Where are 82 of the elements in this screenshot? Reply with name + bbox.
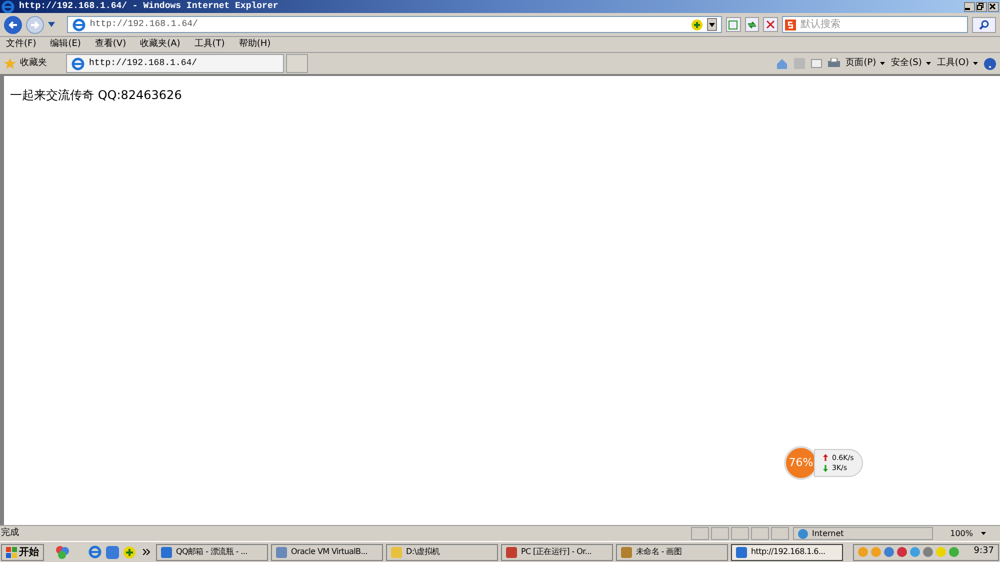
taskbar-button[interactable]: PC [正在运行] - Or... xyxy=(501,544,613,560)
window-app-icon xyxy=(161,546,172,558)
taskbar-button[interactable]: 未命名 - 画图 xyxy=(616,544,728,560)
window-app-icon xyxy=(276,546,287,558)
restore-icon xyxy=(977,3,984,10)
app-launch-icon[interactable] xyxy=(106,546,119,558)
taskbar-button[interactable]: Oracle VM VirtualB... xyxy=(271,544,383,560)
dropdown-caret-icon xyxy=(48,22,55,27)
windows-logo-icon xyxy=(6,546,17,558)
menu-item[interactable]: 收藏夹(A) xyxy=(140,38,180,52)
menu-item[interactable]: 文件(F) xyxy=(6,38,36,52)
browser-tab[interactable]: http://192.168.1.64/ xyxy=(66,54,284,73)
command-menu[interactable]: 安全(S) xyxy=(891,56,931,70)
zone-text: Internet xyxy=(812,528,844,540)
back-arrow-icon xyxy=(8,20,18,30)
window-app-icon xyxy=(506,546,517,558)
caret-icon xyxy=(973,62,978,65)
new-tab-button[interactable] xyxy=(286,54,308,73)
search-button[interactable] xyxy=(972,16,996,32)
caret-icon xyxy=(926,62,931,65)
download-arrow-icon xyxy=(823,464,828,472)
window-app-icon xyxy=(736,546,747,558)
window-app-icon xyxy=(621,546,632,558)
forward-arrow-icon xyxy=(30,20,40,30)
tray-icon[interactable] xyxy=(910,547,920,557)
minimize-button[interactable] xyxy=(964,2,975,12)
caret-icon xyxy=(708,22,715,26)
browser-logo-icon xyxy=(1,0,15,14)
search-field[interactable]: 默认搜索 xyxy=(782,16,968,33)
stop-icon xyxy=(766,20,776,29)
start-button[interactable]: 开始 xyxy=(1,544,44,560)
taskbar-button[interactable]: http://192.168.1.6... xyxy=(731,544,843,560)
page-icon xyxy=(72,18,86,32)
plus-badge-launch-icon[interactable] xyxy=(123,546,136,558)
tray-icon[interactable] xyxy=(884,547,894,557)
menu-item[interactable]: 编辑(E) xyxy=(50,38,81,52)
search-icon xyxy=(979,20,990,30)
help-icon[interactable] xyxy=(984,58,996,70)
search-provider-icon xyxy=(785,18,796,30)
favorites-button[interactable]: 收藏夹 xyxy=(20,56,66,70)
compatibility-button[interactable] xyxy=(726,17,740,32)
upload-arrow-icon xyxy=(823,454,828,462)
taskbar-button[interactable]: QQ邮箱 - 漂流瓶 - ... xyxy=(156,544,268,560)
command-menu[interactable]: 工具(O) xyxy=(936,56,978,70)
tray-icon[interactable] xyxy=(948,547,959,557)
window-app-icon xyxy=(391,546,402,558)
stop-button[interactable] xyxy=(763,17,778,32)
refresh-button[interactable] xyxy=(744,17,760,32)
taskbar-button[interactable]: D:\虚拟机 xyxy=(386,544,498,560)
status-text: 完成 xyxy=(1,526,20,540)
plus-badge-icon xyxy=(690,18,703,30)
browser-launch-icon xyxy=(88,545,102,559)
menu-item[interactable]: 帮助(H) xyxy=(238,38,271,52)
zoom-button[interactable]: 100% xyxy=(950,528,986,540)
back-button[interactable] xyxy=(4,16,22,34)
chevron-icon[interactable] xyxy=(143,549,150,555)
tray-icon[interactable] xyxy=(922,547,933,557)
tab-page-icon xyxy=(71,56,85,70)
address-field[interactable]: http://192.168.1.64/ xyxy=(66,16,722,33)
home-icon[interactable] xyxy=(776,58,788,70)
command-menu[interactable]: 页面(P) xyxy=(846,56,886,70)
caret-icon xyxy=(981,532,986,535)
close-button[interactable] xyxy=(988,2,999,12)
quick-launch-icon[interactable] xyxy=(55,545,69,559)
address-text: http://192.168.1.64/ xyxy=(90,18,198,31)
search-input[interactable]: 默认搜索 xyxy=(800,17,966,32)
printer-icon[interactable] xyxy=(828,58,840,69)
globe-icon xyxy=(798,528,808,538)
refresh-icon xyxy=(746,20,757,30)
caret-icon xyxy=(880,62,886,65)
address-dropdown-button[interactable] xyxy=(706,18,717,31)
tray-icon[interactable] xyxy=(896,547,907,557)
restore-button[interactable] xyxy=(976,2,987,12)
menu-item[interactable]: 查看(V) xyxy=(94,38,126,52)
menu-item[interactable]: 工具(T) xyxy=(194,38,225,52)
window-title: http://192.168.1.64/ - Windows Internet Explorer xyxy=(19,0,278,13)
page-text: 一起来交流传奇 QQ:82463626 xyxy=(10,87,183,104)
forward-button[interactable] xyxy=(26,16,44,34)
close-icon xyxy=(989,3,996,10)
favorites-star-icon xyxy=(4,58,16,70)
clock: 9:37 xyxy=(974,545,994,558)
tab-title: http://192.168.1.64/ xyxy=(89,56,198,70)
